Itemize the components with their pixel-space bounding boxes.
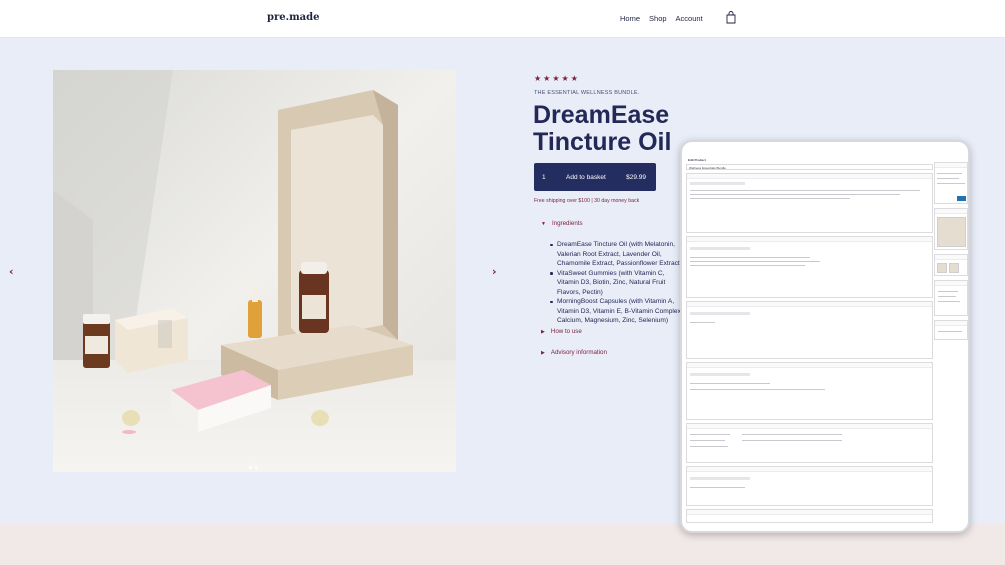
admin-gallery-thumbnail[interactable] <box>949 263 959 273</box>
admin-panel-header <box>687 424 932 429</box>
admin-text-line <box>690 194 900 195</box>
admin-text-line <box>690 322 715 323</box>
admin-panel-header <box>687 302 932 307</box>
admin-gallery-thumbnail[interactable] <box>937 263 947 273</box>
admin-panel-header <box>935 281 967 286</box>
gallery-dot[interactable] <box>255 466 258 469</box>
admin-top-bar <box>686 148 964 154</box>
admin-advisory-panel <box>686 362 933 420</box>
admin-editor-toolbar[interactable] <box>690 373 750 376</box>
admin-title-field[interactable]: Wellness Essentials Bundle <box>686 164 933 170</box>
admin-tags-box <box>934 320 968 340</box>
admin-panel-header <box>687 467 932 472</box>
admin-text-line <box>690 440 725 441</box>
admin-editor-toolbar[interactable] <box>690 182 745 185</box>
price-label: $29.99 <box>626 173 646 181</box>
admin-text-line <box>742 440 842 441</box>
accordion-advisory[interactable]: ▶ Advisory information <box>541 349 607 356</box>
admin-short-description-panel <box>686 466 933 506</box>
admin-image-thumbnail[interactable] <box>937 217 966 247</box>
admin-text-line <box>938 296 956 297</box>
gallery-prev-arrow[interactable]: ‹ <box>9 265 14 278</box>
admin-text-line <box>690 265 805 266</box>
accordion-how-to-use-label: How to use <box>550 328 582 335</box>
admin-main-column: Edit Product Wellness Essentials Bundle <box>686 156 933 523</box>
list-item: VitaSweet Gummies (with Vitamin C, Vitam… <box>548 269 688 298</box>
chevron-down-icon: ▼ <box>541 220 546 227</box>
admin-ingredients-panel <box>686 236 933 298</box>
site-logo[interactable]: pre.made <box>267 12 320 23</box>
admin-publish-box <box>934 162 968 204</box>
admin-text-line <box>690 389 825 390</box>
list-item: MorningBoost Capsules (with Vitamin A, V… <box>548 297 688 326</box>
nav-home-link[interactable]: Home <box>620 14 640 23</box>
admin-reviews-panel <box>686 509 933 523</box>
shipping-note: Free shipping over $100 | 30 day money b… <box>534 198 640 204</box>
admin-panel-header <box>687 510 932 515</box>
chevron-right-icon: ▶ <box>541 328 545 335</box>
product-photo <box>53 70 456 472</box>
admin-product-image-box <box>934 208 968 250</box>
admin-product-name: Wellness Essentials Bundle <box>689 166 726 170</box>
admin-preview-mockup: Edit Product Wellness Essentials Bundle <box>680 140 970 533</box>
admin-sidebar <box>934 162 968 523</box>
admin-text-line <box>690 383 770 384</box>
admin-panel-header <box>935 321 967 326</box>
gallery-dot[interactable] <box>249 466 252 469</box>
nav-account-link[interactable]: Account <box>676 14 703 23</box>
product-image <box>53 70 456 472</box>
admin-text-line <box>690 190 920 191</box>
admin-text-line <box>937 183 965 184</box>
add-to-basket-button[interactable]: 1 Add to basket $29.99 <box>534 163 656 191</box>
admin-text-line <box>690 198 850 199</box>
list-item: DreamEase Tincture Oil (with Melatonin, … <box>548 240 688 269</box>
shopping-bag-icon[interactable] <box>726 11 736 24</box>
admin-editor-toolbar[interactable] <box>690 312 750 315</box>
admin-editor-toolbar[interactable] <box>690 247 750 250</box>
admin-editor-toolbar[interactable] <box>690 477 750 480</box>
admin-text-line <box>937 178 959 179</box>
admin-text-line <box>938 291 958 292</box>
nav-shop-link[interactable]: Shop <box>649 14 667 23</box>
admin-product-data-panel <box>686 423 933 463</box>
admin-panel-header <box>935 255 967 260</box>
admin-panel-header <box>687 363 932 368</box>
chevron-right-icon: ▶ <box>541 349 545 356</box>
admin-text-line <box>742 434 842 435</box>
admin-how-to-use-panel <box>686 301 933 359</box>
rating-stars: ★★★★★ <box>534 74 580 83</box>
admin-text-line <box>690 257 810 258</box>
gallery-next-arrow[interactable]: › <box>492 265 497 278</box>
admin-text-line <box>937 173 962 174</box>
product-kicker: THE ESSENTIAL WELLNESS BUNDLE. <box>534 90 640 96</box>
admin-description-panel <box>686 173 933 233</box>
accordion-ingredients-label: Ingredients <box>551 220 583 227</box>
admin-text-line <box>690 446 728 447</box>
ingredients-list: DreamEase Tincture Oil (with Melatonin, … <box>548 240 688 326</box>
accordion-how-to-use[interactable]: ▶ How to use <box>541 328 582 335</box>
admin-panel-header <box>935 163 967 168</box>
admin-text-line <box>938 331 962 332</box>
admin-text-line <box>690 261 820 262</box>
main-nav: Home Shop Account <box>620 14 703 23</box>
admin-update-button[interactable] <box>957 196 966 201</box>
admin-text-line <box>690 487 745 488</box>
admin-categories-box <box>934 280 968 316</box>
admin-gallery-box <box>934 254 968 276</box>
admin-text-line <box>938 301 960 302</box>
admin-screen-title: Edit Product <box>688 158 706 162</box>
accordion-ingredients[interactable]: ▼ Ingredients <box>541 220 583 227</box>
site-header: pre.made Home Shop Account <box>0 0 1005 38</box>
accordion-advisory-label: Advisory information <box>550 349 607 356</box>
admin-text-line <box>690 434 730 435</box>
gallery-dots <box>249 466 258 469</box>
admin-panel-header <box>935 209 967 214</box>
add-to-basket-label: Add to basket <box>566 173 606 181</box>
admin-panel-header <box>687 174 932 179</box>
quantity-value[interactable]: 1 <box>542 174 562 181</box>
admin-panel-header <box>687 237 932 242</box>
